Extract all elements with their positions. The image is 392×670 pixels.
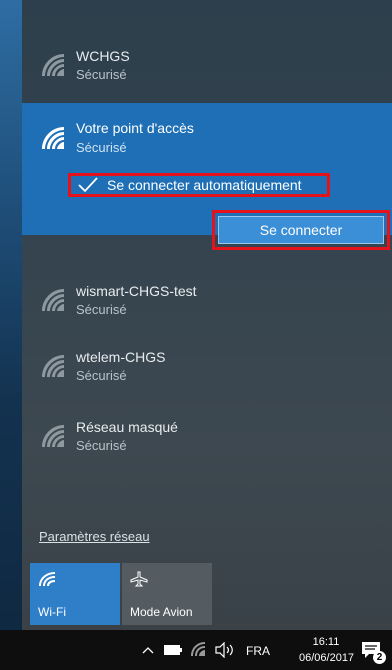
chevron-up-icon[interactable] (142, 646, 154, 654)
network-item-hidden[interactable]: Réseau masqué Sécurisé (22, 403, 392, 473)
airplane-tile-label: Mode Avion (130, 605, 193, 619)
network-status: Sécurisé (76, 67, 127, 82)
connect-button-highlight: Se connecter (212, 210, 390, 250)
wifi-tray-icon[interactable] (190, 641, 206, 657)
wifi-secured-icon (40, 125, 66, 151)
network-status: Sécurisé (76, 368, 127, 383)
wifi-icon (39, 572, 55, 586)
network-flyout: WCHGS Sécurisé Votre point d'accès Sécur… (22, 0, 392, 630)
battery-icon[interactable] (164, 645, 182, 655)
network-item-wtelem[interactable]: wtelem-CHGS Sécurisé (22, 333, 392, 403)
network-status: Sécurisé (76, 438, 127, 453)
volume-icon[interactable] (214, 642, 236, 658)
wifi-tile[interactable]: Wi-Fi (30, 563, 120, 625)
network-name: wismart-CHGS-test (76, 283, 197, 299)
wifi-tile-label: Wi-Fi (38, 605, 66, 619)
notification-icon[interactable]: 2 (361, 641, 386, 664)
wifi-secured-icon (40, 423, 66, 449)
language-indicator[interactable]: FRA (246, 644, 270, 658)
desktop-background (0, 0, 22, 670)
network-name: Réseau masqué (76, 419, 178, 435)
network-settings-link[interactable]: Paramètres réseau (39, 529, 150, 544)
auto-connect-label: Se connecter automatiquement (107, 177, 302, 193)
clock-date: 06/06/2017 (299, 652, 355, 664)
wifi-secured-icon (40, 353, 66, 379)
connect-button[interactable]: Se connecter (218, 216, 384, 244)
network-status: Sécurisé (76, 302, 127, 317)
notification-count: 2 (373, 651, 386, 664)
network-item-wchgs[interactable]: WCHGS Sécurisé (22, 32, 392, 102)
clock-time: 16:11 (312, 636, 340, 648)
wifi-secured-icon (40, 52, 66, 78)
airplane-mode-tile[interactable]: Mode Avion (122, 563, 212, 625)
network-name: Votre point d'accès (76, 120, 194, 136)
taskbar: FRA 16:11 06/06/2017 2 (0, 630, 392, 670)
network-name: WCHGS (76, 48, 130, 64)
network-name: wtelem-CHGS (76, 349, 166, 365)
auto-connect-checkbox[interactable]: Se connecter automatiquement (68, 173, 330, 197)
network-item-wismart[interactable]: wismart-CHGS-test Sécurisé (22, 267, 392, 337)
network-status: Sécurisé (76, 140, 127, 155)
airplane-icon (130, 571, 148, 587)
wifi-secured-icon (40, 287, 66, 313)
checkmark-icon (78, 177, 98, 193)
clock[interactable]: 16:11 06/06/2017 (299, 634, 355, 666)
